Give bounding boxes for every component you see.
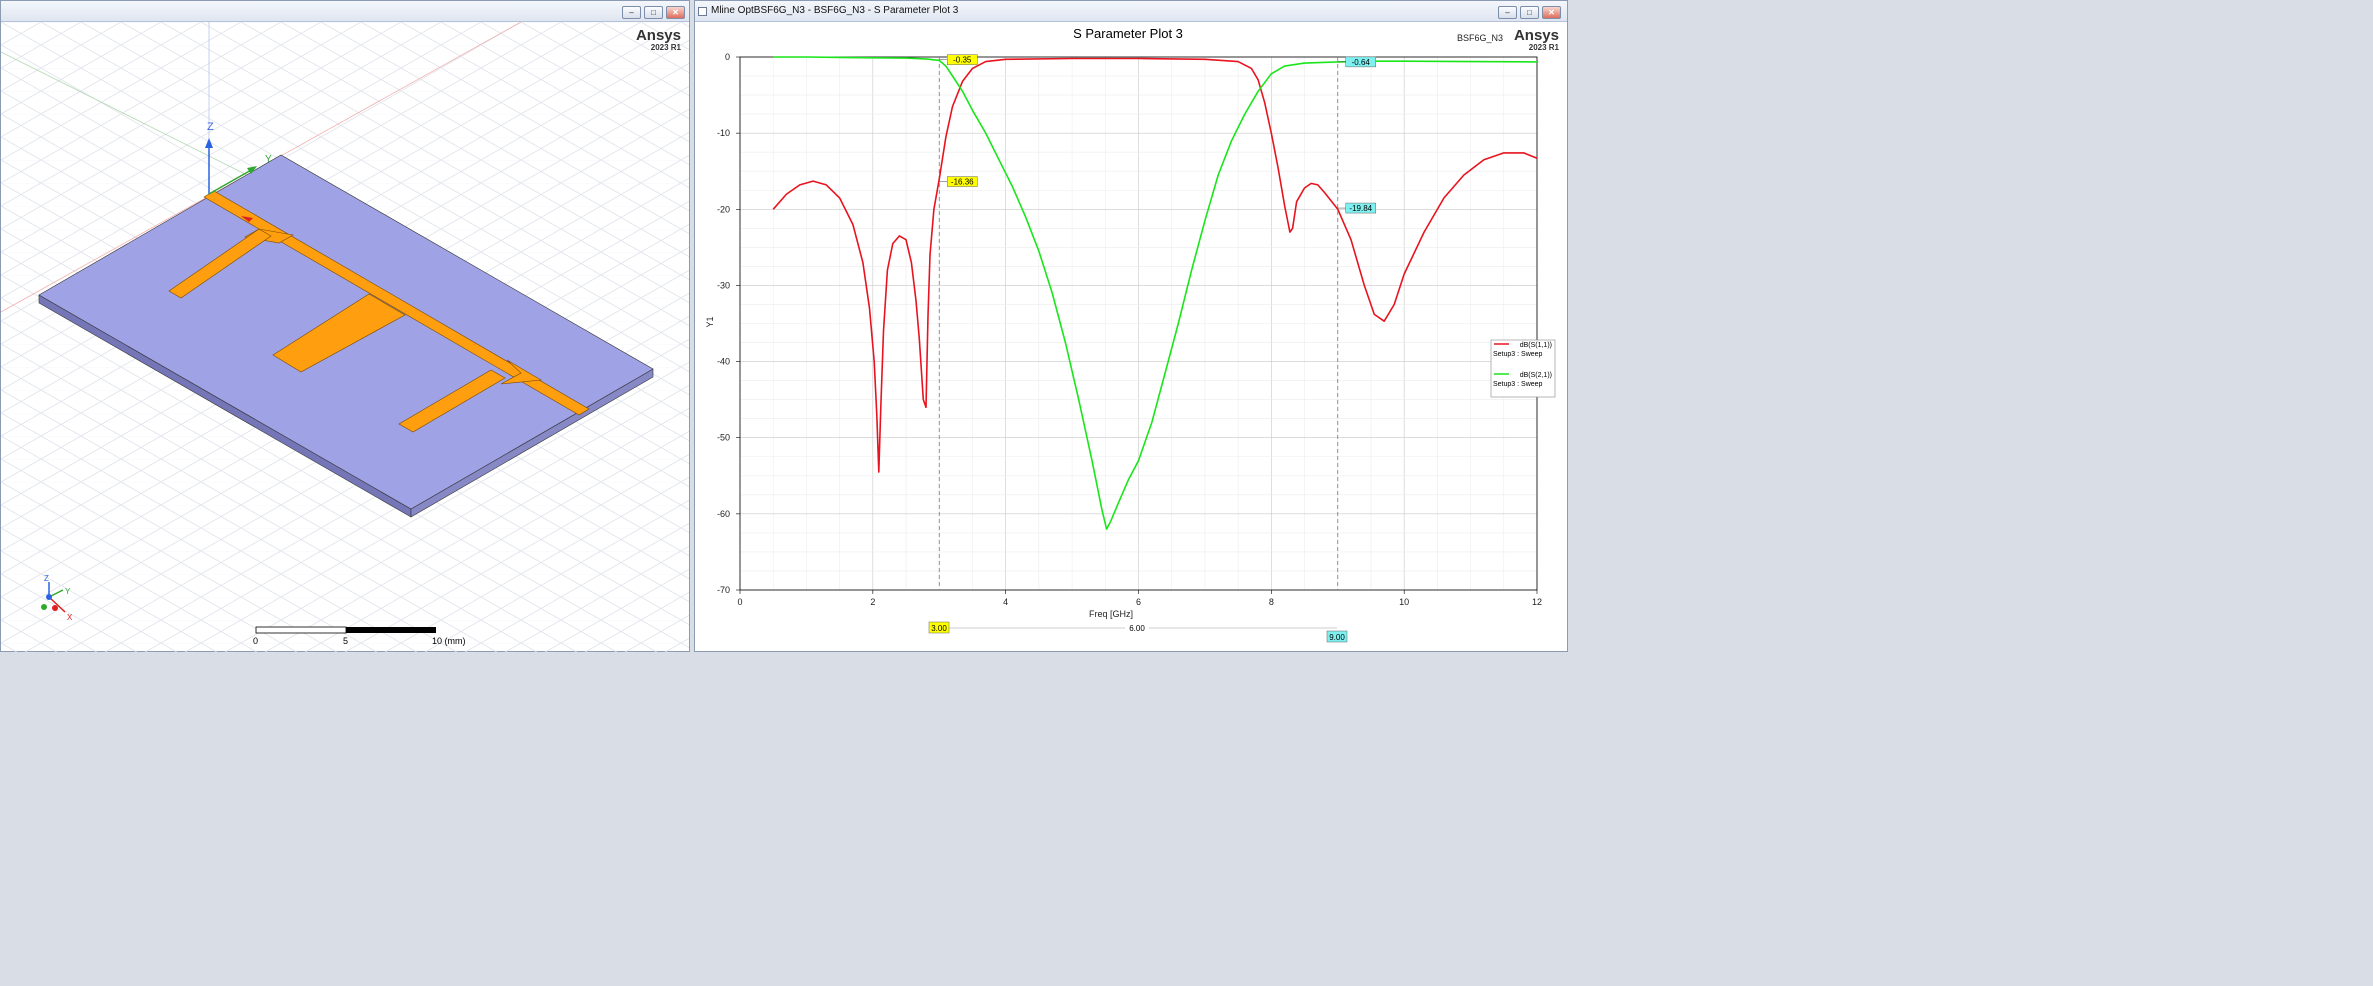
x-tick-label: 10 [1399,597,1409,607]
chart-title: S Parameter Plot 3 [1073,26,1183,41]
x-tick-label: 4 [1003,597,1008,607]
legend-trace-s21: dB(S(2,1)) [1520,372,1552,379]
y-axis-title: Y1 [705,316,715,327]
ansys-logo: Ansys 2023 R1 [636,28,681,52]
ansys-logo: Ansys 2023 R1 [1514,28,1559,52]
minimize-button[interactable]: – [622,6,641,19]
restore-button[interactable]: □ [644,6,663,19]
legend-solution-s11: Setup3 : Sweep [1493,351,1543,358]
x-axis-title: Freq [GHz] [1089,609,1133,619]
brand-name: Ansys [1513,27,1559,44]
y-tick-label: -10 [717,128,730,138]
y-tick-label: -70 [717,585,730,595]
y-tick-label: 0 [725,52,730,62]
marker-x-mid: 6.00 [1129,624,1145,633]
y-tick-label: -50 [717,433,730,443]
x-tick-label: 2 [870,597,875,607]
y-axis-label: Y [265,154,272,165]
marker-x-left: 3.00 [931,624,947,633]
design-name: BSF6G_N3 [1457,33,1503,43]
marker-m4-value: -19.84 [1349,204,1372,213]
plot-window: Mline OptBSF6G_N3 - BSF6G_N3 - S Paramet… [694,0,1568,652]
window-title: Mline OptBSF6G_N3 - BSF6G_N3 - S Paramet… [711,5,959,16]
scale-label-10: 10 (mm) [432,636,466,646]
z-axis-label: Z [207,121,214,133]
triad-y-label: Y [65,587,71,596]
close-button[interactable]: ✕ [1542,6,1561,19]
x-tick-label: 12 [1532,597,1542,607]
marker-m2[interactable]: -16.36 [939,176,978,187]
y-tick-label: -30 [717,280,730,290]
marker-labels[interactable]: -0.35 -16.36 -0.64 -19.84 [939,54,1376,214]
modeler-window: – □ ✕ Z Y Z Y X 0 5 10 (mm) Ansys 2023 R… [0,0,690,652]
marker-m3-value: -0.64 [1352,58,1371,67]
triad-x-label: X [67,613,73,622]
window-icon[interactable] [698,7,707,16]
triad-z-label: Z [44,574,49,583]
x-tick-label: 0 [737,597,742,607]
close-button[interactable]: ✕ [666,6,685,19]
marker-m2-value: -16.36 [951,178,974,187]
marker-m1-value: -0.35 [953,56,972,65]
model-viewport[interactable]: Z Y Z Y X 0 5 10 (mm) [1,22,689,652]
plot-axes: 0 2 4 6 8 10 12 0 -10 -20 -30 -40 -50 -60 -70 [717,52,1542,607]
plot-legend[interactable]: dB(S(1,1)) Setup3 : Sweep dB(S(2,1)) Set… [1490,339,1556,398]
restore-button[interactable]: □ [1520,6,1539,19]
scale-label-5: 5 [343,636,348,646]
brand-version: 2023 R1 [1528,43,1559,52]
legend-solution-s21: Setup3 : Sweep [1493,381,1543,388]
scale-label-0: 0 [253,636,258,646]
y-tick-label: -20 [717,204,730,214]
brand-version: 2023 R1 [650,43,681,52]
legend-trace-s11: dB(S(1,1)) [1520,342,1552,349]
marker-m4[interactable]: -19.84 [1337,202,1376,214]
y-tick-label: -40 [717,357,730,367]
minimize-button[interactable]: – [1498,6,1517,19]
x-tick-label: 6 [1136,597,1141,607]
delta-marker-bar[interactable]: 3.00 6.00 9.00 [928,621,1348,643]
plot-titlebar: Mline OptBSF6G_N3 - BSF6G_N3 - S Paramet… [695,1,1567,22]
s-parameter-plot[interactable]: S Parameter Plot 3 BSF6G_N3 0 2 4 6 8 10 12 0 -1… [695,22,1567,652]
marker-x-right: 9.00 [1329,633,1345,642]
brand-name: Ansys [635,27,681,44]
modeler-titlebar: – □ ✕ [1,1,689,22]
plot-grid [739,56,1538,591]
marker-m1[interactable]: -0.35 [939,54,978,65]
y-tick-label: -60 [717,509,730,519]
trace-s21[interactable] [773,56,1538,530]
plot-traces[interactable] [772,56,1538,530]
marker-m3[interactable]: -0.64 [1337,56,1376,68]
x-tick-label: 8 [1269,597,1274,607]
